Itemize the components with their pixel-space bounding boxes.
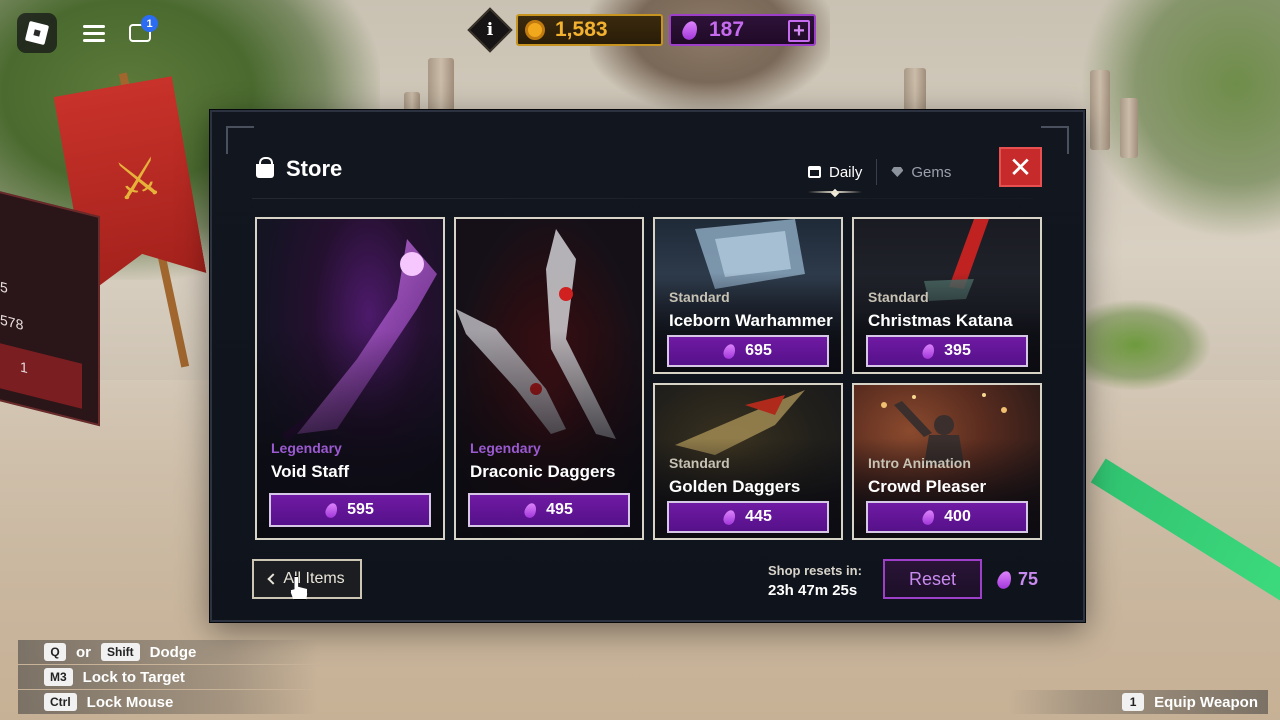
key-m3: M3 — [44, 668, 73, 686]
board-text: 1 — [20, 358, 28, 377]
scene-board: 5 578 1 — [0, 183, 100, 427]
item-rarity: Standard — [868, 289, 929, 305]
item-card-iceborn-warhammer[interactable]: Standard Iceborn Warhammer 695 — [653, 217, 843, 374]
item-rarity: Standard — [669, 455, 730, 471]
gem-icon — [721, 508, 738, 526]
coin-icon — [525, 20, 545, 40]
roblox-menu-button[interactable] — [17, 13, 57, 53]
gem-icon — [920, 508, 937, 526]
header-divider — [252, 198, 1033, 199]
item-card-void-staff[interactable]: Legendary Void Staff 595 — [255, 217, 445, 540]
store-header: Store — [256, 156, 342, 182]
gem-balance: 187 + — [669, 14, 816, 46]
buy-button[interactable]: 695 — [667, 335, 829, 367]
gem-icon — [920, 342, 937, 360]
item-price: 595 — [347, 501, 374, 518]
panel-corner-ornament — [1041, 126, 1069, 154]
panel-corner-ornament — [226, 126, 254, 154]
store-panel: Store Daily Gems ✕ Legendary Void Staff … — [210, 110, 1085, 622]
keybind-label: Equip Weapon — [1154, 693, 1258, 711]
tab-daily[interactable]: Daily — [794, 159, 876, 193]
or-text: or — [76, 643, 91, 661]
item-price: 400 — [944, 508, 971, 525]
item-rarity: Legendary — [271, 440, 342, 456]
reset-cost-amount: 75 — [1018, 569, 1039, 589]
keybind-label: Dodge — [149, 643, 197, 661]
reset-button[interactable]: Reset — [883, 559, 982, 599]
shop-reset-timer: 23h 47m 25s — [768, 582, 858, 599]
basket-icon — [256, 156, 274, 178]
gem-icon — [721, 342, 738, 360]
item-card-christmas-katana[interactable]: Standard Christmas Katana 395 — [852, 217, 1042, 374]
gem-icon — [891, 167, 904, 177]
roblox-logo-icon — [24, 20, 50, 46]
tab-gems[interactable]: Gems — [876, 159, 965, 185]
item-price: 395 — [944, 342, 971, 359]
keybind-equip-weapon: 1 Equip Weapon — [1008, 690, 1268, 714]
key-1: 1 — [1122, 693, 1145, 711]
item-name: Iceborn Warhammer — [669, 311, 833, 330]
tree-foliage-right — [1080, 0, 1280, 240]
keybind-lock-target: M3 Lock to Target — [18, 665, 318, 689]
gem-icon — [323, 501, 340, 519]
item-price: 695 — [745, 342, 772, 359]
item-price: 445 — [745, 508, 772, 525]
keybind-label: Lock Mouse — [86, 693, 174, 711]
tab-label: Daily — [829, 163, 863, 181]
item-name: Christmas Katana — [868, 311, 1013, 330]
gem-icon — [680, 18, 700, 42]
chevron-left-icon — [267, 573, 279, 585]
buy-button[interactable]: 495 — [468, 493, 630, 527]
item-name: Draconic Daggers — [470, 462, 616, 481]
item-card-golden-daggers[interactable]: Standard Golden Daggers 445 — [653, 383, 843, 540]
close-button[interactable]: ✕ — [999, 147, 1042, 187]
gem-icon — [522, 501, 539, 519]
item-name: Golden Daggers — [669, 477, 801, 496]
item-card-crowd-pleaser[interactable]: Intro Animation Crowd Pleaser 400 — [852, 383, 1042, 540]
item-rarity: Legendary — [470, 440, 541, 456]
menu-button[interactable] — [74, 13, 114, 53]
keybind-dodge: Q or Shift Dodge — [18, 640, 318, 664]
item-card-draconic-daggers[interactable]: Legendary Draconic Daggers 495 — [454, 217, 644, 540]
key-shift: Shift — [101, 643, 140, 661]
tab-label: Gems — [911, 163, 952, 181]
item-name: Void Staff — [271, 462, 350, 481]
gem-icon — [995, 568, 1014, 591]
item-name: Crowd Pleaser — [868, 477, 987, 496]
key-q: Q — [44, 643, 66, 661]
board-text: 578 — [0, 311, 24, 334]
info-icon: i — [486, 20, 494, 40]
item-rarity: Standard — [669, 289, 730, 305]
hamburger-icon — [83, 25, 105, 42]
chat-notification-badge: 1 — [141, 15, 158, 32]
shop-reset-label: Shop resets in: — [768, 563, 862, 578]
pillar — [1090, 70, 1110, 150]
coin-balance: 1,583 — [516, 14, 663, 46]
item-price: 495 — [546, 501, 573, 518]
pillar — [1120, 98, 1138, 158]
buy-button[interactable]: 445 — [667, 501, 829, 533]
key-ctrl: Ctrl — [44, 693, 77, 711]
all-items-label: All Items — [283, 570, 345, 587]
buy-button[interactable]: 395 — [866, 335, 1028, 367]
item-rarity: Intro Animation — [868, 455, 971, 471]
calendar-icon — [808, 166, 821, 178]
coin-amount: 1,583 — [555, 18, 608, 41]
buy-button[interactable]: 595 — [269, 493, 431, 527]
reset-cost: 75 — [995, 568, 1039, 591]
pillar — [428, 58, 454, 118]
board-red-panel — [0, 338, 82, 409]
buy-button[interactable]: 400 — [866, 501, 1028, 533]
buy-gems-button[interactable]: + — [788, 20, 810, 42]
gem-amount: 187 — [709, 18, 745, 41]
keybind-label: Lock to Target — [82, 668, 185, 686]
board-text: 5 — [0, 278, 8, 297]
keybind-lock-mouse: Ctrl Lock Mouse — [18, 690, 318, 714]
store-tabs: Daily Gems — [794, 159, 965, 193]
store-title: Store — [286, 156, 343, 181]
